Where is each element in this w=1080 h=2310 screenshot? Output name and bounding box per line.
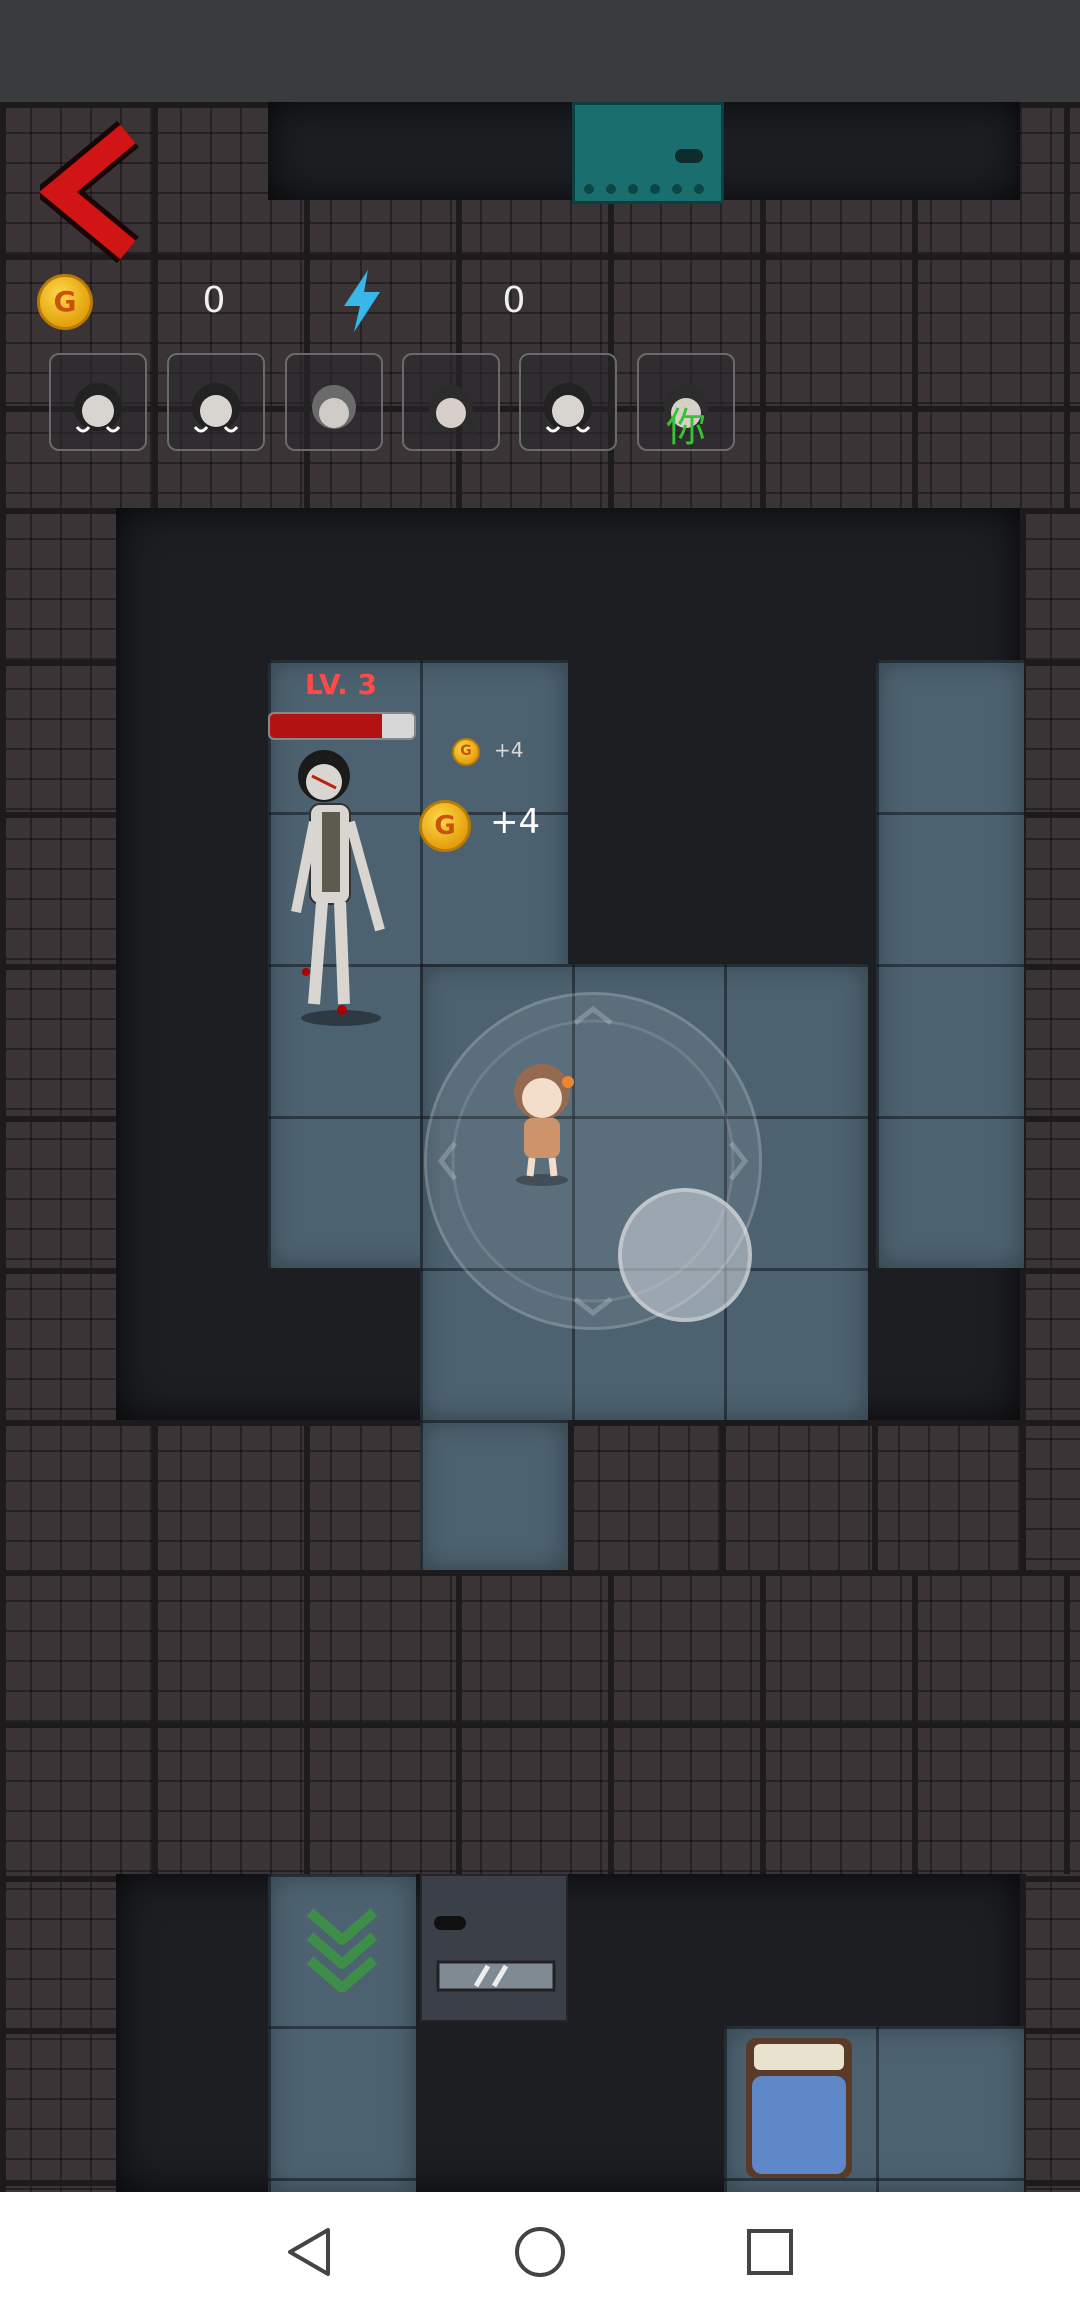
player-avatar-2[interactable] xyxy=(167,353,265,451)
back-button[interactable] xyxy=(31,118,150,268)
floor-right-column xyxy=(876,660,1024,1268)
wall-middle-band xyxy=(0,1420,420,1570)
status-bar xyxy=(0,0,1080,102)
locked-gate[interactable] xyxy=(420,1874,568,2022)
back-arrow-icon xyxy=(31,120,139,264)
coin-count: 0 xyxy=(202,280,226,321)
wall-right xyxy=(1020,508,1080,2192)
small-coin-gain: +4 xyxy=(494,738,524,762)
enemy-level-label: LV. 3 xyxy=(305,668,377,701)
wall-left xyxy=(0,508,116,2192)
joystick-knob[interactable] xyxy=(618,1188,752,1322)
circle-home-icon[interactable] xyxy=(510,2222,570,2282)
player-avatar-3[interactable] xyxy=(285,353,383,451)
bed[interactable] xyxy=(740,2032,858,2182)
floor-south-tile xyxy=(420,1420,568,1570)
exit-door[interactable] xyxy=(572,102,724,204)
you-label: 你 xyxy=(666,405,706,451)
wall-middle-band-right xyxy=(568,1420,1020,1570)
coin-gain-text: +4 xyxy=(490,802,541,842)
player-avatar-4[interactable] xyxy=(402,353,500,451)
wall-lower-band xyxy=(0,1570,1080,1874)
enemy-health-bar xyxy=(268,712,416,740)
coin-gain-icon: G xyxy=(419,800,471,852)
enemy-ghoul[interactable] xyxy=(276,742,406,1028)
square-recents-icon[interactable] xyxy=(740,2222,800,2282)
enemy-health-fill xyxy=(270,714,383,738)
player-avatar-you[interactable]: 你 xyxy=(637,353,735,451)
descend-stairs-icon[interactable] xyxy=(300,1902,384,1993)
small-coin-icon: G xyxy=(452,738,480,766)
player-avatar-1[interactable] xyxy=(49,353,147,451)
player-avatar-5[interactable] xyxy=(519,353,617,451)
energy-count: 0 xyxy=(502,280,526,321)
lightning-icon xyxy=(340,270,384,332)
triangle-back-icon[interactable] xyxy=(278,2222,338,2282)
coin-icon: G xyxy=(37,274,93,330)
